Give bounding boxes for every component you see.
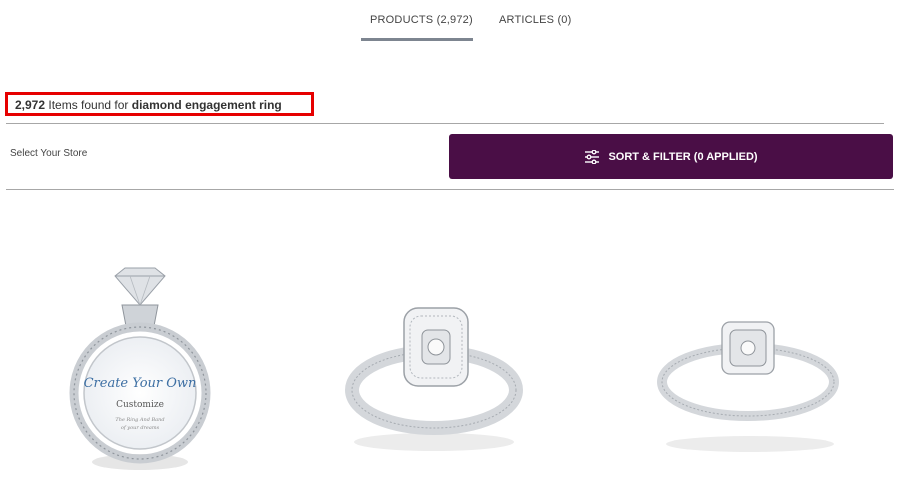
small-text-2: of your dreams xyxy=(121,425,160,431)
sort-filter-label: SORT & FILTER (0 APPLIED) xyxy=(608,150,758,163)
create-your-own-text: Create Your Own xyxy=(84,376,197,391)
customize-text: Customize xyxy=(116,400,164,410)
small-text-1: The Ring And Band xyxy=(115,417,164,423)
search-query: diamond engagement ring xyxy=(131,98,282,112)
results-summary: 2,972 Items found for diamond engagement… xyxy=(5,92,314,116)
customize-ring-image: Create Your Own Customize The Ring And B… xyxy=(69,267,211,470)
sliders-icon xyxy=(585,149,600,164)
tab-articles[interactable]: ARTICLES (0) xyxy=(499,14,572,26)
product-card-ring-3[interactable] xyxy=(640,230,860,486)
product-card-customize[interactable]: Create Your Own Customize The Ring And B… xyxy=(60,230,250,486)
ring-image xyxy=(330,230,550,486)
ring-image xyxy=(640,230,860,486)
results-text: Items found for xyxy=(45,98,132,112)
product-card-ring-2[interactable] xyxy=(330,230,550,486)
search-tabs: PRODUCTS (2,972) ARTICLES (0) xyxy=(0,0,900,42)
sort-filter-button[interactable]: SORT & FILTER (0 APPLIED) xyxy=(449,134,893,179)
divider xyxy=(6,123,884,124)
tab-products[interactable]: PRODUCTS (2,972) xyxy=(370,14,473,26)
active-tab-indicator xyxy=(361,38,473,41)
results-count: 2,972 xyxy=(15,98,46,112)
divider xyxy=(6,189,894,190)
select-store-link[interactable]: Select Your Store xyxy=(10,148,87,159)
